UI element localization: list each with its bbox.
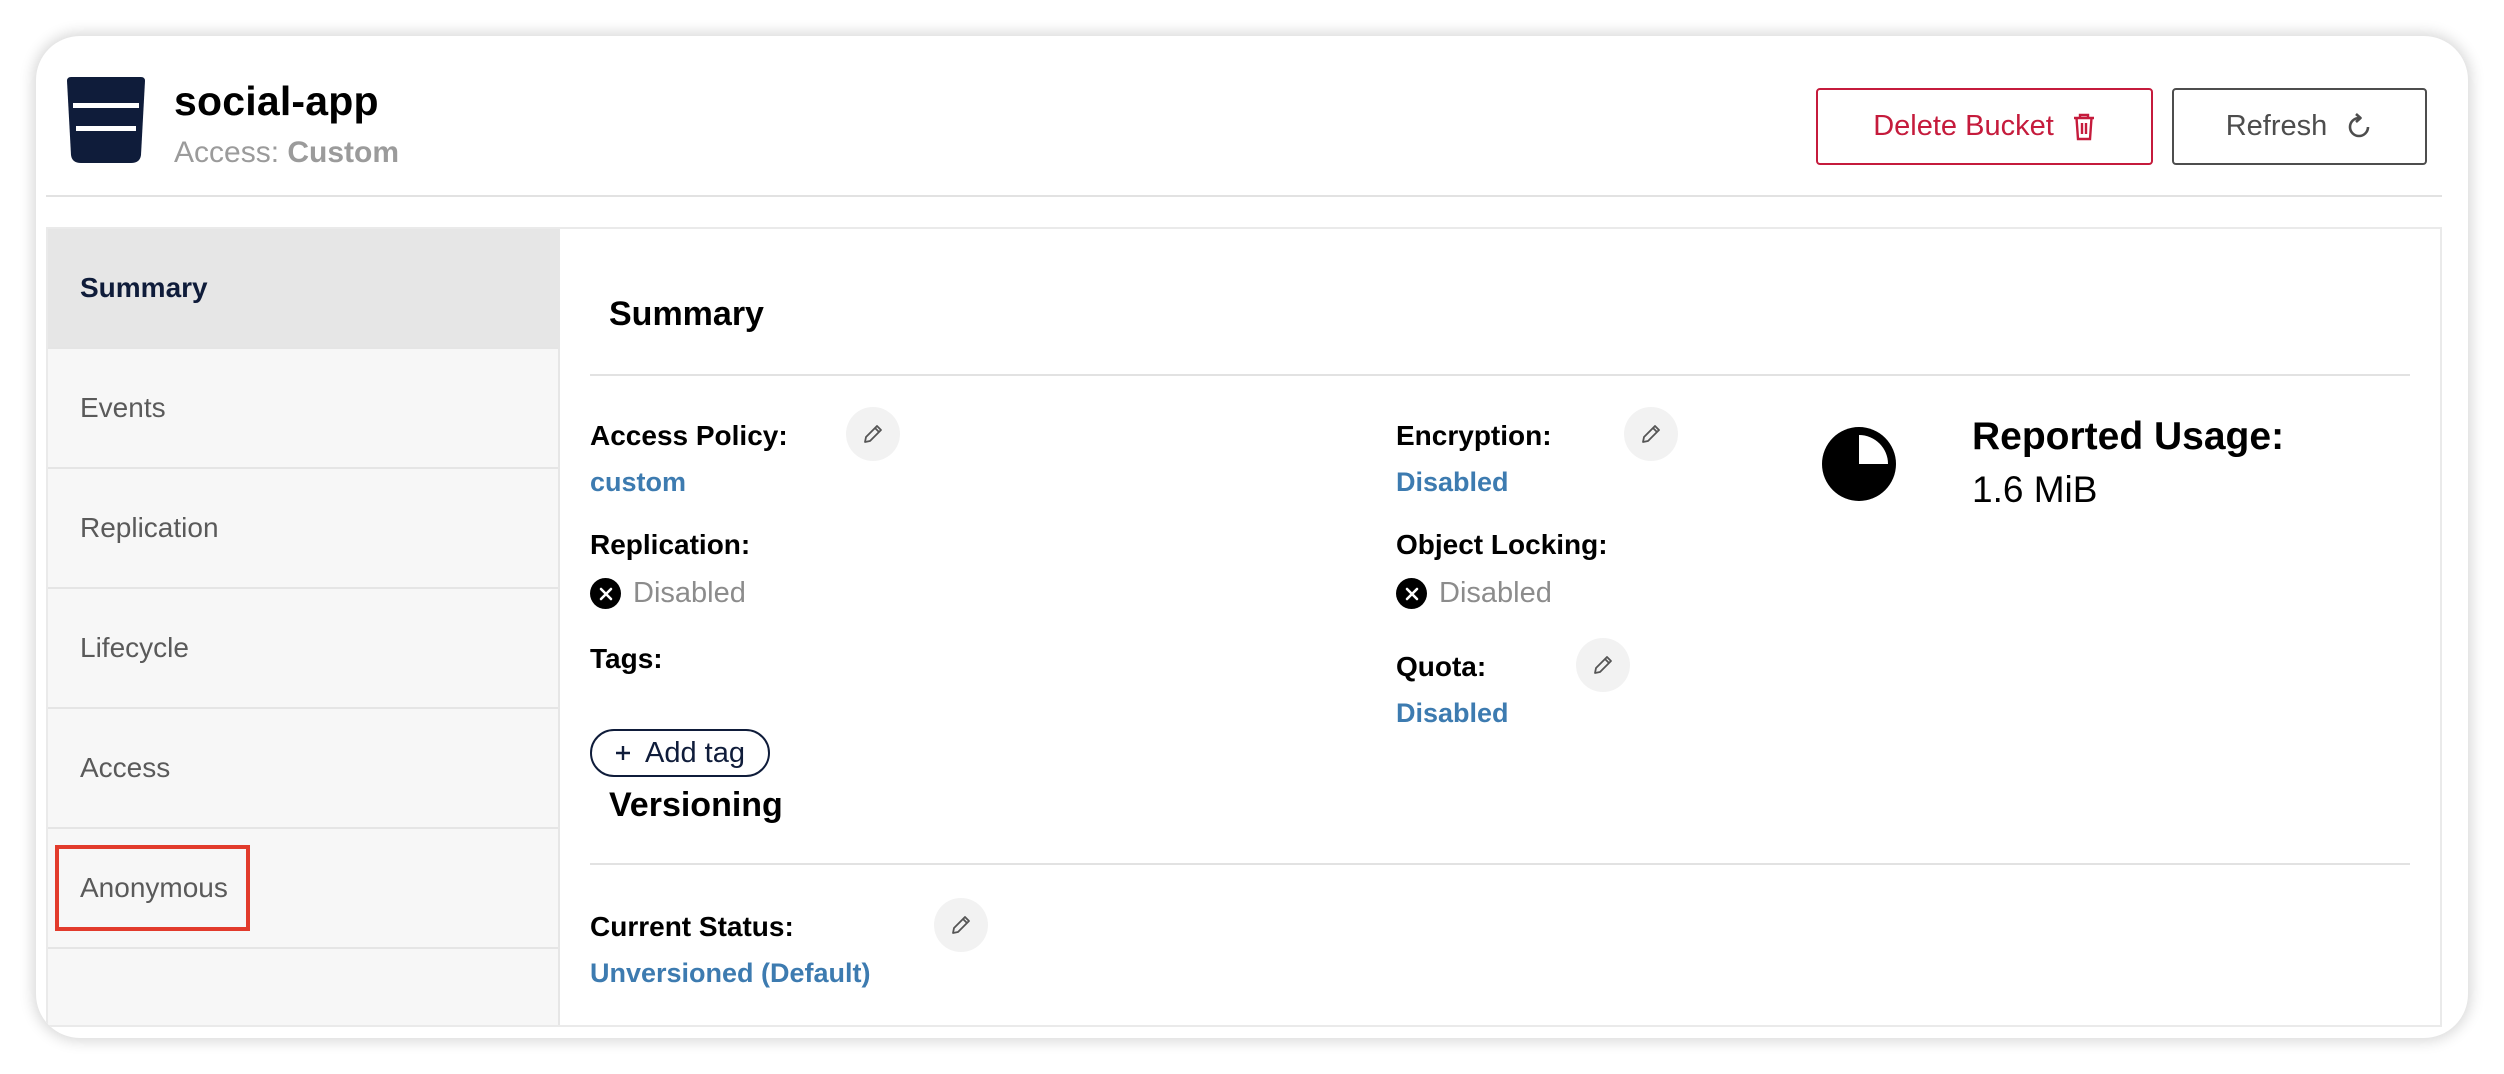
pencil-icon [1642, 425, 1660, 443]
edit-encryption-button[interactable] [1624, 407, 1678, 461]
summary-divider [590, 374, 2410, 376]
access-policy-label: Access Policy: [590, 420, 788, 451]
sidebar-nav: Summary Events Replication Lifecycle Acc… [48, 229, 560, 1025]
sidebar-item-access[interactable]: Access [48, 709, 558, 829]
object-locking-status: Disabled [1396, 577, 1552, 610]
trash-icon [2073, 113, 2094, 140]
sidebar-item-summary[interactable]: Summary [48, 229, 558, 349]
encryption-value[interactable]: Disabled [1396, 467, 1509, 498]
delete-bucket-button[interactable]: Delete Bucket [1816, 88, 2153, 165]
add-tag-label: Add tag [645, 736, 745, 769]
replication-label: Replication: [590, 529, 751, 560]
bucket-name: social-app [174, 78, 379, 124]
sidebar-item-replication[interactable]: Replication [48, 469, 558, 589]
encryption-label: Encryption: [1396, 420, 1552, 451]
access-value: Custom [287, 136, 400, 169]
bucket-icon [67, 77, 145, 163]
pie-chart-icon [1822, 427, 1896, 501]
replication-value: Disabled [633, 577, 746, 609]
versioning-divider [590, 863, 2410, 865]
edit-quota-button[interactable] [1576, 638, 1630, 692]
sidebar-item-events[interactable]: Events [48, 349, 558, 469]
bucket-window: social-app Access: Custom Delete Bucket … [36, 36, 2468, 1038]
plus-icon [616, 746, 630, 760]
versioning-title: Versioning [609, 786, 783, 824]
sidebar-item-anonymous[interactable]: Anonymous [48, 829, 558, 949]
versioning-status-value[interactable]: Unversioned (Default) [590, 958, 871, 989]
refresh-icon [2349, 112, 2370, 137]
reported-usage-value: 1.6 MiB [1972, 469, 2098, 510]
pencil-icon [1594, 656, 1612, 674]
edit-versioning-button[interactable] [934, 898, 988, 952]
bucket-header: social-app Access: Custom Delete Bucket … [36, 36, 2468, 196]
summary-title: Summary [609, 295, 764, 333]
reported-usage-title: Reported Usage: [1972, 415, 2285, 458]
sidebar-item-lifecycle[interactable]: Lifecycle [48, 589, 558, 709]
access-label: Access: [174, 136, 280, 169]
summary-panel: Summary Access Policy: custom Replicatio… [560, 229, 2442, 1025]
access-policy-value[interactable]: custom [590, 467, 686, 498]
pencil-icon [864, 425, 882, 443]
bucket-content: Summary Events Replication Lifecycle Acc… [46, 227, 2442, 1027]
object-locking-value: Disabled [1439, 577, 1552, 609]
quota-value[interactable]: Disabled [1396, 698, 1509, 729]
refresh-label: Refresh [2225, 110, 2328, 142]
object-locking-label: Object Locking: [1396, 529, 1608, 560]
versioning-status-label: Current Status: [590, 911, 794, 942]
pencil-icon [952, 916, 970, 934]
delete-bucket-label: Delete Bucket [1873, 110, 2054, 142]
x-circle-icon [1396, 578, 1427, 609]
header-divider [46, 195, 2442, 197]
refresh-button[interactable]: Refresh [2172, 88, 2427, 165]
bucket-access: Access: Custom [174, 136, 399, 170]
tags-label: Tags: [590, 643, 663, 674]
replication-status: Disabled [590, 577, 746, 610]
add-tag-button[interactable]: Add tag [590, 729, 770, 777]
x-circle-icon [590, 578, 621, 609]
edit-access-policy-button[interactable] [846, 407, 900, 461]
quota-label: Quota: [1396, 651, 1487, 682]
